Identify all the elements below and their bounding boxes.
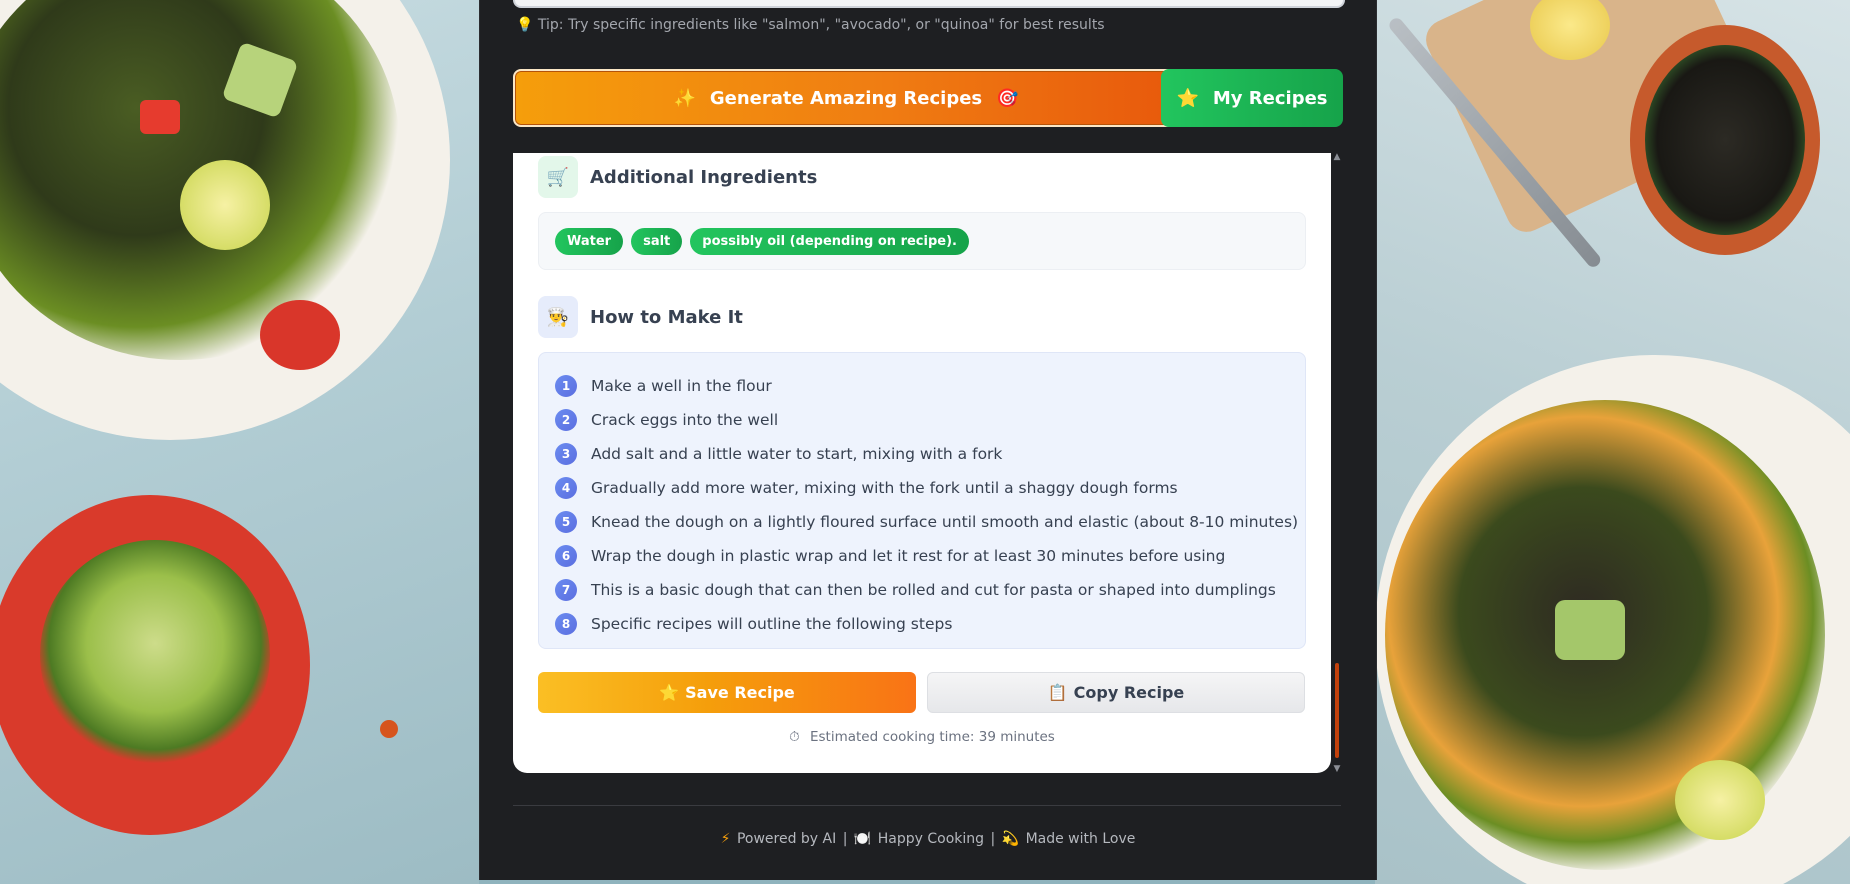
list-item: 3 Add salt and a little water to start, m…: [555, 437, 1305, 471]
list-item: 2 Crack eggs into the well: [555, 403, 1305, 437]
step-number: 7: [555, 579, 577, 601]
cooking-time: ⏱ Estimated cooking time: 39 minutes: [513, 729, 1331, 745]
step-text: Add salt and a little water to start, mi…: [591, 445, 1003, 463]
search-input[interactable]: [513, 0, 1345, 8]
copy-recipe-label: Copy Recipe: [1073, 683, 1185, 702]
plate-icon: 🍽️: [853, 831, 872, 847]
list-item: 1 Make a well in the flour: [555, 369, 1305, 403]
lightning-icon: ⚡: [720, 831, 731, 847]
footer-happy: Happy Cooking: [877, 831, 985, 847]
step-text: Crack eggs into the well: [591, 411, 779, 429]
save-recipe-button[interactable]: ⭐ Save Recipe: [538, 672, 916, 713]
background-photo-right: [1375, 0, 1850, 884]
list-item: 7 This is a basic dough that can then be …: [555, 573, 1305, 607]
dizzy-icon: 💫: [1001, 831, 1020, 847]
how-to-title: How to Make It: [590, 306, 743, 328]
scroll-up-icon[interactable]: ▲: [1333, 153, 1341, 162]
step-text: This is a basic dough that can then be r…: [591, 581, 1276, 599]
cooking-time-text: Estimated cooking time: 39 minutes: [809, 729, 1055, 745]
footer-separator: |: [990, 831, 996, 847]
list-item: 5 Knead the dough on a lightly floured su…: [555, 505, 1305, 539]
ingredient-tags: Water salt possibly oil (depending on re…: [538, 212, 1306, 270]
target-icon: 🎯: [996, 87, 1019, 109]
my-recipes-label: My Recipes: [1212, 87, 1328, 109]
ingredient-tag: possibly oil (depending on recipe).: [690, 227, 969, 255]
stopwatch-icon: ⏱: [789, 729, 800, 745]
background-photo-left: [0, 0, 479, 884]
step-number: 5: [555, 511, 577, 533]
tip-text: Tip: Try specific ingredients like "salm…: [537, 17, 1105, 33]
search-tip: 💡 Tip: Try specific ingredients like "sa…: [516, 17, 1105, 33]
step-text: Gradually add more water, mixing with th…: [591, 479, 1178, 497]
step-number: 1: [555, 375, 577, 397]
lightbulb-icon: 💡: [516, 17, 534, 33]
recipe-scrollbar[interactable]: ▲ ▼: [1333, 153, 1341, 774]
scrollbar-thumb[interactable]: [1335, 663, 1339, 758]
ingredient-tag: salt: [631, 227, 683, 255]
step-text: Specific recipes will outline the follow…: [591, 615, 953, 633]
footer-separator: |: [842, 831, 848, 847]
generate-recipes-button[interactable]: ✨ Generate Amazing Recipes 🎯: [513, 69, 1179, 127]
clipboard-icon: 📋: [1047, 683, 1068, 702]
star-icon: ⭐: [1176, 87, 1199, 109]
footer-powered: Powered by AI: [736, 831, 837, 847]
copy-recipe-button[interactable]: 📋 Copy Recipe: [927, 672, 1305, 713]
list-item: 6 Wrap the dough in plastic wrap and let …: [555, 539, 1305, 573]
list-item: 8 Specific recipes will outline the follo…: [555, 607, 1305, 641]
step-number: 8: [555, 613, 577, 635]
cart-icon: 🛒: [538, 156, 578, 198]
step-text: Make a well in the flour: [591, 377, 772, 395]
step-number: 6: [555, 545, 577, 567]
how-to-header: 👨‍🍳 How to Make It: [538, 296, 743, 338]
step-number: 4: [555, 477, 577, 499]
main-panel: 💡 Tip: Try specific ingredients like "sa…: [479, 0, 1377, 880]
save-recipe-label: Save Recipe: [685, 683, 795, 702]
sparkles-icon: ✨: [673, 87, 696, 109]
step-number: 3: [555, 443, 577, 465]
footer-divider: [513, 805, 1341, 806]
my-recipes-button[interactable]: ⭐ My Recipes: [1161, 69, 1343, 127]
step-text: Knead the dough on a lightly floured sur…: [591, 513, 1299, 531]
scroll-down-icon[interactable]: ▼: [1333, 765, 1341, 774]
chef-icon: 👨‍🍳: [538, 296, 578, 338]
additional-ingredients-title: Additional Ingredients: [590, 166, 818, 188]
additional-ingredients-header: 🛒 Additional Ingredients: [538, 156, 817, 198]
step-text: Wrap the dough in plastic wrap and let i…: [591, 547, 1226, 565]
steps-list: 1 Make a well in the flour 2 Crack eggs in…: [538, 352, 1306, 649]
footer: ⚡ Powered by AI | 🍽️ Happy Cooking | 💫 M…: [480, 831, 1376, 847]
footer-love: Made with Love: [1025, 831, 1136, 847]
recipe-card: 🛒 Additional Ingredients Water salt poss…: [513, 153, 1331, 773]
star-icon: ⭐: [659, 683, 680, 702]
step-number: 2: [555, 409, 577, 431]
generate-label: Generate Amazing Recipes: [709, 87, 983, 109]
ingredient-tag: Water: [555, 227, 624, 255]
list-item: 4 Gradually add more water, mixing with t…: [555, 471, 1305, 505]
